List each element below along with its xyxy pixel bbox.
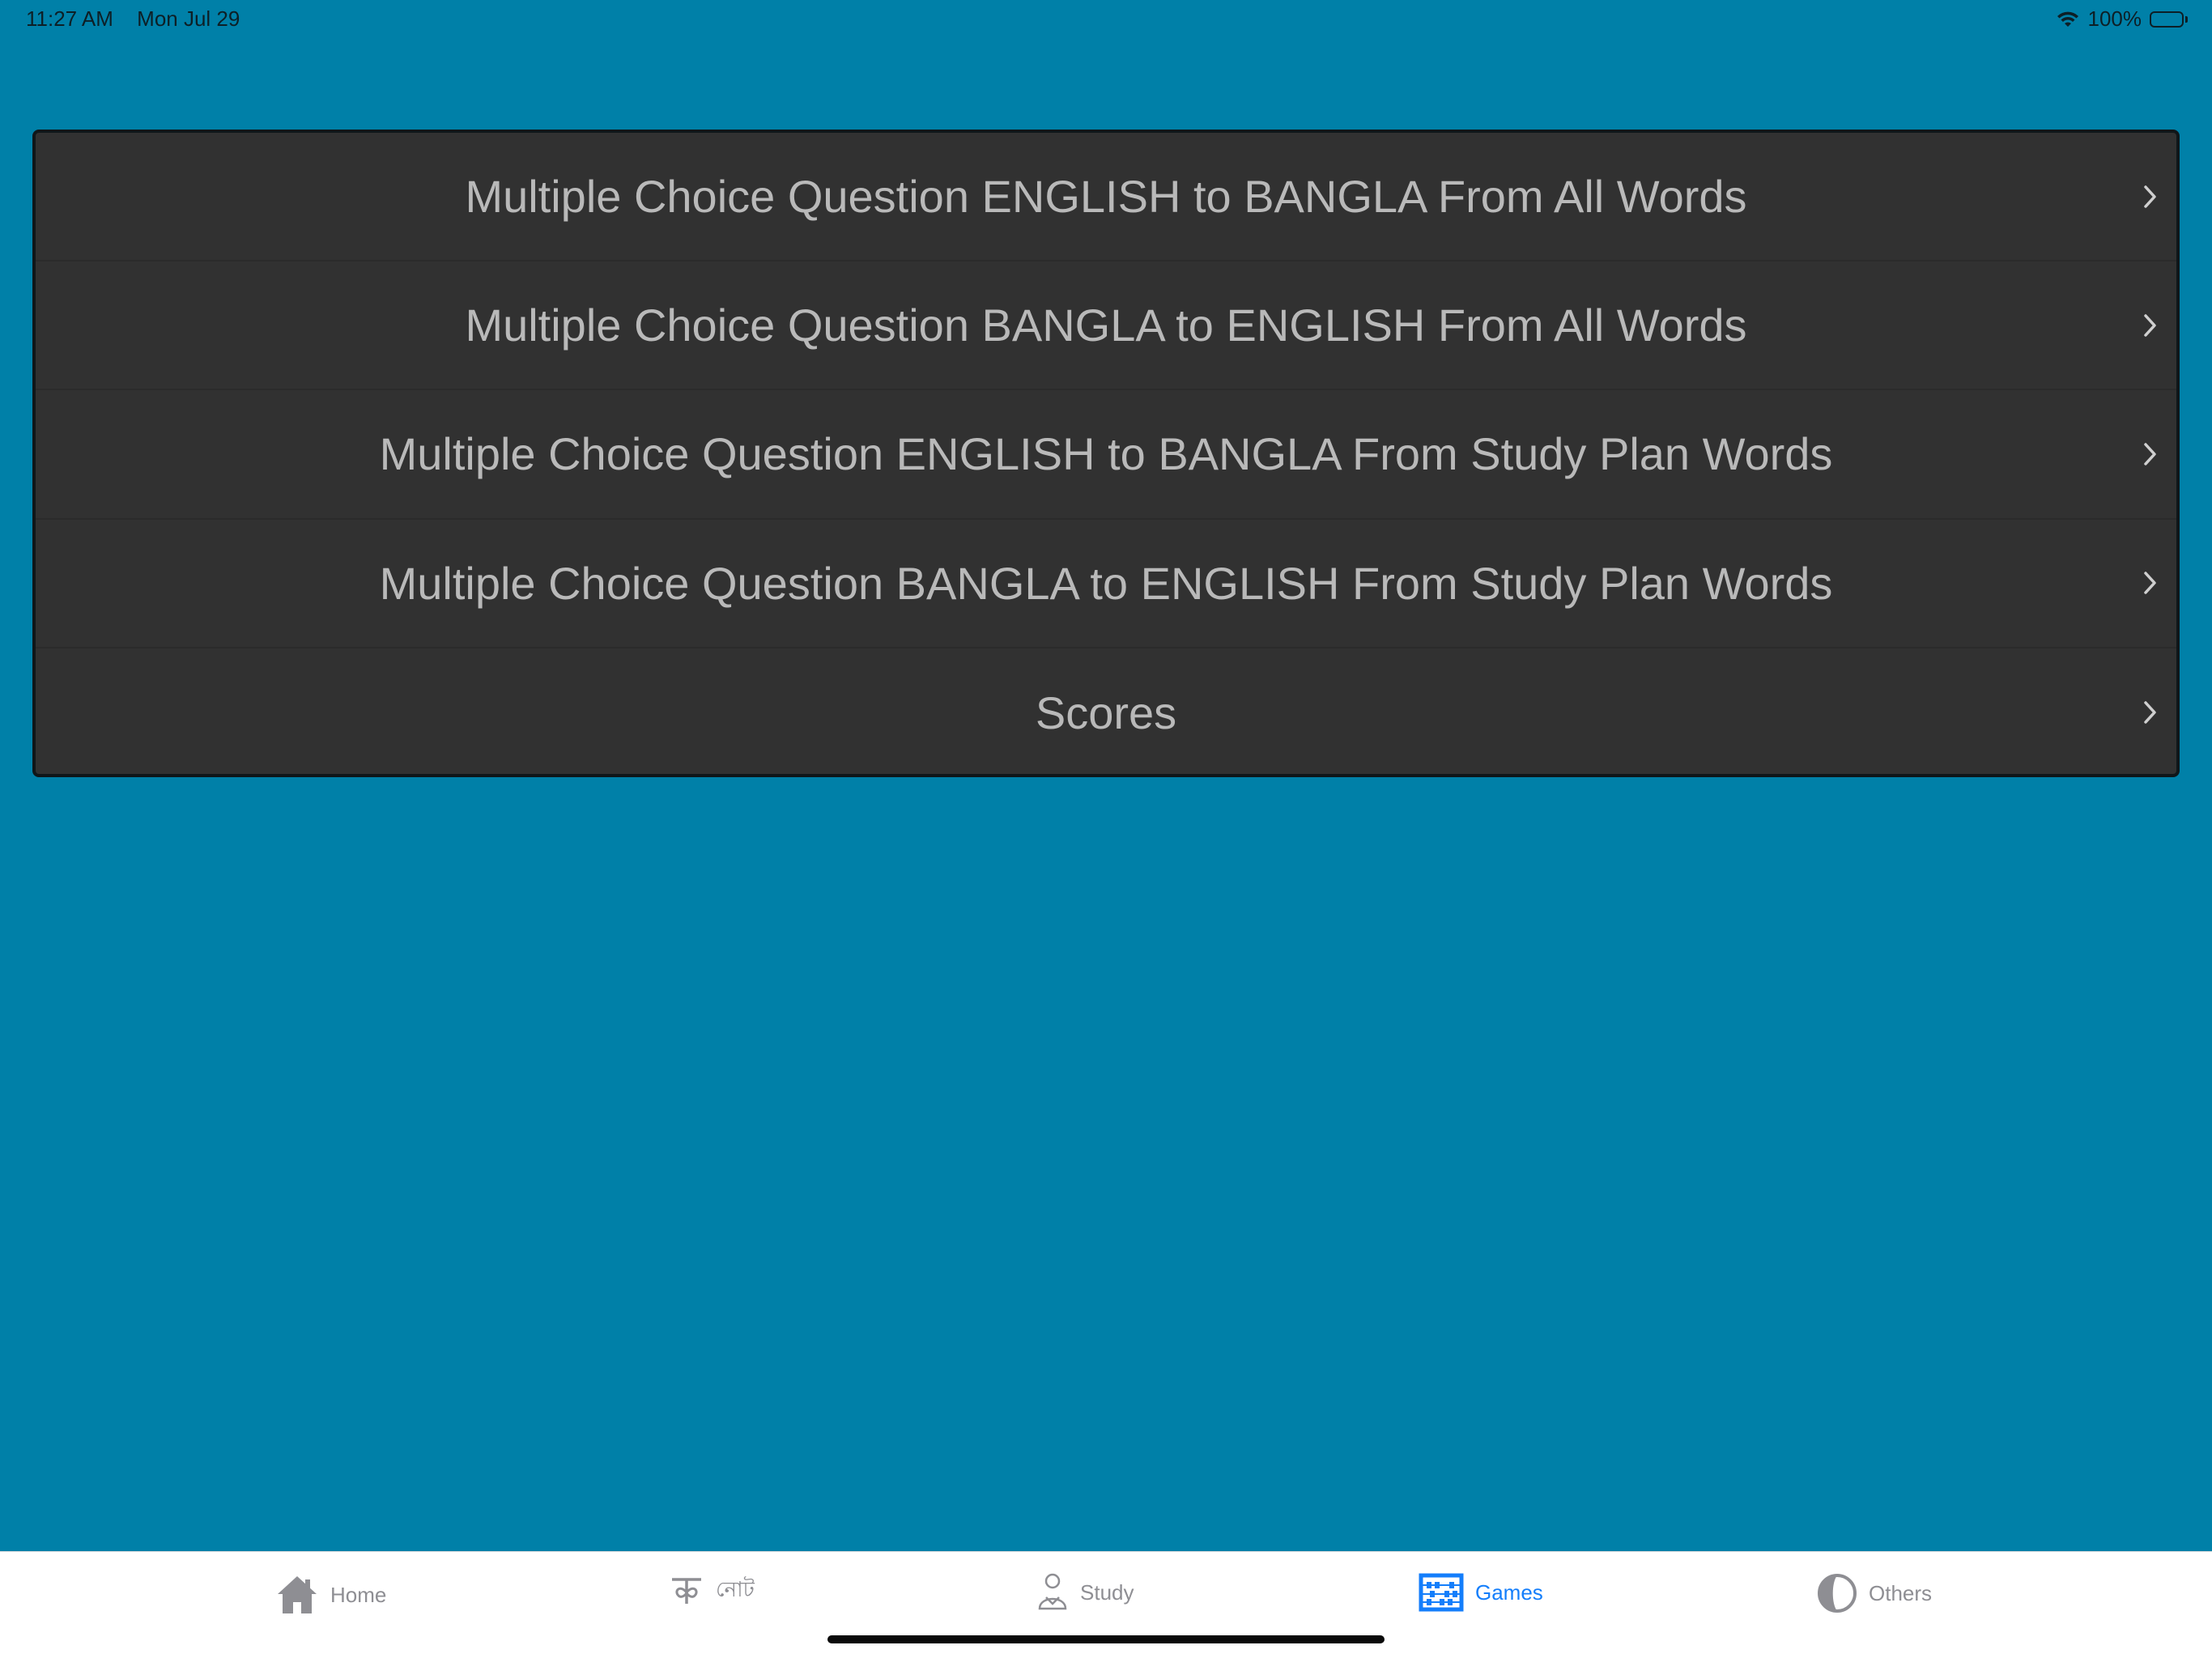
person-icon [1036, 1573, 1069, 1612]
wifi-icon [2056, 11, 2080, 28]
menu-item-label: Multiple Choice Question BANGLA to ENGLI… [379, 557, 1833, 609]
half-circle-icon [1817, 1573, 1857, 1613]
tab-home[interactable]: Home [275, 1573, 386, 1617]
game-menu-list: Multiple Choice Question ENGLISH to BANG… [32, 130, 2180, 777]
status-date: Mon Jul 29 [137, 6, 240, 31]
chevron-right-icon [2142, 441, 2159, 467]
menu-item-mcq-bn-en-study-plan[interactable]: Multiple Choice Question BANGLA to ENGLI… [36, 520, 2176, 648]
menu-item-scores[interactable]: Scores [36, 648, 2176, 774]
tab-study[interactable]: Study [1036, 1573, 1134, 1612]
menu-item-label: Multiple Choice Question ENGLISH to BANG… [465, 171, 1747, 223]
tab-games-label: Games [1475, 1579, 1543, 1605]
menu-item-mcq-en-bn-study-plan[interactable]: Multiple Choice Question ENGLISH to BANG… [36, 390, 2176, 520]
tab-others-label: Others [1869, 1580, 1933, 1605]
tab-home-label: Home [330, 1582, 387, 1607]
tab-notes-label: নোট [716, 1577, 755, 1601]
tab-notes[interactable]: নোট [669, 1573, 755, 1609]
tab-others[interactable]: Others [1817, 1573, 1932, 1613]
menu-item-label: Multiple Choice Question BANGLA to ENGLI… [465, 300, 1747, 351]
menu-item-label: Scores [1035, 687, 1177, 738]
menu-item-label: Multiple Choice Question ENGLISH to BANG… [379, 428, 1833, 480]
status-bar: 11:27 AM Mon Jul 29 100% [0, 0, 2212, 39]
chevron-right-icon [2142, 570, 2159, 596]
battery-icon [2150, 11, 2188, 28]
tab-study-label: Study [1080, 1579, 1134, 1605]
menu-item-mcq-en-bn-all-words[interactable]: Multiple Choice Question ENGLISH to BANG… [36, 133, 2176, 262]
abacus-icon [1419, 1573, 1464, 1612]
status-left: 11:27 AM Mon Jul 29 [26, 6, 257, 32]
chevron-right-icon [2142, 312, 2159, 338]
tab-games[interactable]: Games [1419, 1573, 1543, 1612]
status-right: 100% [2056, 6, 2188, 32]
menu-item-mcq-bn-en-all-words[interactable]: Multiple Choice Question BANGLA to ENGLI… [36, 261, 2176, 391]
battery-percentage: 100% [2087, 6, 2142, 31]
home-icon [275, 1573, 319, 1617]
chevron-right-icon [2142, 184, 2159, 210]
home-indicator[interactable] [827, 1635, 1385, 1643]
status-time: 11:27 AM [26, 6, 113, 31]
chevron-right-icon [2142, 699, 2159, 725]
bangla-letter-icon [669, 1573, 704, 1609]
